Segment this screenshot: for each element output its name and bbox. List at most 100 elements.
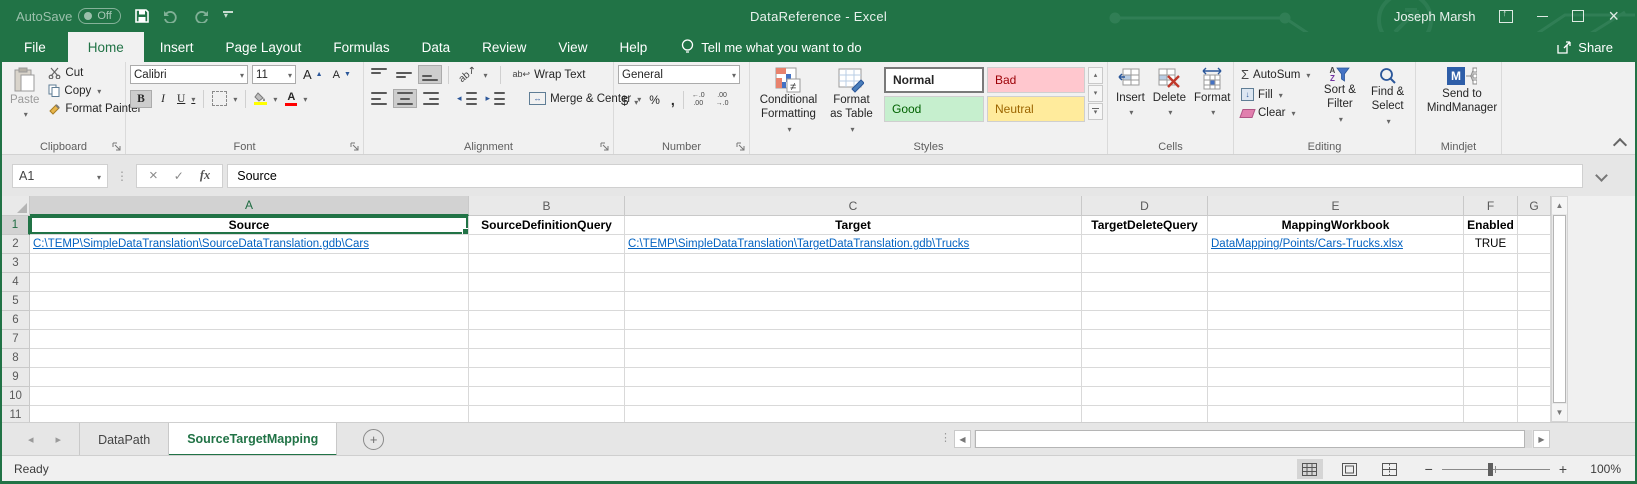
- cell[interactable]: [1464, 368, 1518, 387]
- column-header-e[interactable]: E: [1208, 196, 1464, 216]
- user-name[interactable]: Joseph Marsh: [1394, 9, 1476, 24]
- cell[interactable]: [1208, 406, 1464, 422]
- delete-cells-button[interactable]: Delete: [1149, 65, 1190, 122]
- comma-style-button[interactable]: ,: [668, 90, 678, 110]
- cell[interactable]: [1082, 292, 1208, 311]
- cell[interactable]: [30, 254, 469, 273]
- row-header[interactable]: 1: [2, 216, 30, 235]
- cell[interactable]: [469, 273, 625, 292]
- cell[interactable]: [1518, 387, 1551, 406]
- cell-a1-selected[interactable]: Source: [30, 216, 469, 235]
- cell[interactable]: [1208, 349, 1464, 368]
- cell[interactable]: Target: [625, 216, 1082, 235]
- font-name-combo[interactable]: Calibri: [130, 65, 248, 84]
- styles-scroll-up-icon[interactable]: ▴: [1088, 67, 1103, 84]
- zoom-out-button[interactable]: −: [1425, 461, 1433, 477]
- cell[interactable]: [1082, 254, 1208, 273]
- cell[interactable]: [469, 406, 625, 422]
- tab-insert[interactable]: Insert: [144, 32, 210, 62]
- cell[interactable]: [1082, 311, 1208, 330]
- cell-target-link[interactable]: C:\TEMP\SimpleDataTranslation\TargetData…: [625, 235, 1082, 254]
- cell[interactable]: [30, 330, 469, 349]
- cell[interactable]: [625, 387, 1082, 406]
- tell-me-box[interactable]: Tell me what you want to do: [681, 32, 862, 62]
- cell-enabled[interactable]: TRUE: [1464, 235, 1518, 254]
- cell[interactable]: [1082, 330, 1208, 349]
- cell[interactable]: [625, 349, 1082, 368]
- horizontal-scroll-thumb[interactable]: [975, 430, 1525, 448]
- tab-file[interactable]: File: [2, 32, 68, 62]
- cell[interactable]: [1518, 330, 1551, 349]
- font-dialog-launcher[interactable]: [350, 142, 360, 152]
- row-header[interactable]: 3: [2, 254, 30, 273]
- tab-help[interactable]: Help: [603, 32, 663, 62]
- tab-data[interactable]: Data: [406, 32, 467, 62]
- format-as-table-button[interactable]: Format as Table: [823, 65, 880, 138]
- row-header[interactable]: 7: [2, 330, 30, 349]
- cell[interactable]: [1208, 330, 1464, 349]
- page-layout-view-button[interactable]: [1337, 459, 1363, 479]
- insert-cells-button[interactable]: Insert: [1112, 65, 1149, 122]
- cell[interactable]: [469, 311, 625, 330]
- row-header[interactable]: 5: [2, 292, 30, 311]
- decrease-indent-button[interactable]: ◂: [454, 90, 480, 107]
- cell[interactable]: [30, 368, 469, 387]
- clear-button[interactable]: Clear: [1238, 105, 1316, 121]
- cell[interactable]: [30, 349, 469, 368]
- sort-filter-button[interactable]: AZ Sort & Filter: [1316, 65, 1365, 130]
- cell[interactable]: [1208, 273, 1464, 292]
- cell[interactable]: [1208, 387, 1464, 406]
- column-header-c[interactable]: C: [625, 196, 1082, 216]
- zoom-slider[interactable]: [1441, 462, 1550, 476]
- column-header-f[interactable]: F: [1464, 196, 1518, 216]
- top-align-button[interactable]: [368, 66, 390, 83]
- cell[interactable]: MappingWorkbook: [1208, 216, 1464, 235]
- fill-handle[interactable]: [462, 228, 468, 234]
- maximize-button[interactable]: [1572, 10, 1585, 22]
- accounting-format-button[interactable]: $: [618, 91, 641, 110]
- cell[interactable]: [625, 330, 1082, 349]
- fill-color-button[interactable]: [251, 90, 280, 107]
- tab-split-handle[interactable]: ⋮: [940, 431, 951, 444]
- column-header-b[interactable]: B: [469, 196, 625, 216]
- cell[interactable]: [1208, 254, 1464, 273]
- italic-button[interactable]: I: [154, 91, 172, 107]
- cell[interactable]: [1518, 349, 1551, 368]
- tab-page-layout[interactable]: Page Layout: [210, 32, 318, 62]
- styles-scroll-down-icon[interactable]: ▾: [1088, 85, 1103, 102]
- cell[interactable]: [625, 273, 1082, 292]
- middle-align-button[interactable]: [393, 66, 415, 83]
- cell[interactable]: [30, 311, 469, 330]
- cell[interactable]: [1518, 406, 1551, 422]
- row-header[interactable]: 6: [2, 311, 30, 330]
- cell[interactable]: [625, 368, 1082, 387]
- borders-button[interactable]: [209, 89, 240, 108]
- cell[interactable]: [30, 387, 469, 406]
- select-all-corner[interactable]: [2, 196, 30, 216]
- vertical-scrollbar[interactable]: ▲ ▼: [1551, 196, 1568, 422]
- close-button[interactable]: ×: [1608, 7, 1619, 25]
- cell[interactable]: [469, 292, 625, 311]
- cell[interactable]: TargetDeleteQuery: [1082, 216, 1208, 235]
- save-button[interactable]: [135, 9, 149, 23]
- cell[interactable]: [1518, 216, 1551, 235]
- formula-input[interactable]: Source: [227, 163, 1583, 188]
- cell[interactable]: SourceDefinitionQuery: [469, 216, 625, 235]
- undo-button[interactable]: [163, 10, 179, 23]
- tab-view[interactable]: View: [542, 32, 603, 62]
- sheet-tab-datapath[interactable]: DataPath: [80, 423, 170, 456]
- page-break-preview-button[interactable]: [1377, 459, 1403, 479]
- scroll-down-icon[interactable]: ▼: [1552, 404, 1567, 421]
- percent-style-button[interactable]: %: [646, 91, 663, 109]
- format-cells-button[interactable]: Format: [1190, 65, 1234, 122]
- cell[interactable]: [1208, 368, 1464, 387]
- cell[interactable]: [625, 406, 1082, 422]
- cell[interactable]: [625, 311, 1082, 330]
- cell[interactable]: [469, 330, 625, 349]
- decrease-decimal-button[interactable]: .00 →.0: [713, 90, 732, 109]
- cell-mapping-workbook-link[interactable]: DataMapping/Points/Cars-Trucks.xlsx: [1208, 235, 1464, 254]
- cell[interactable]: [30, 406, 469, 422]
- cell[interactable]: [1082, 387, 1208, 406]
- cell[interactable]: [1518, 235, 1551, 254]
- vertical-scroll-thumb[interactable]: [1553, 215, 1566, 403]
